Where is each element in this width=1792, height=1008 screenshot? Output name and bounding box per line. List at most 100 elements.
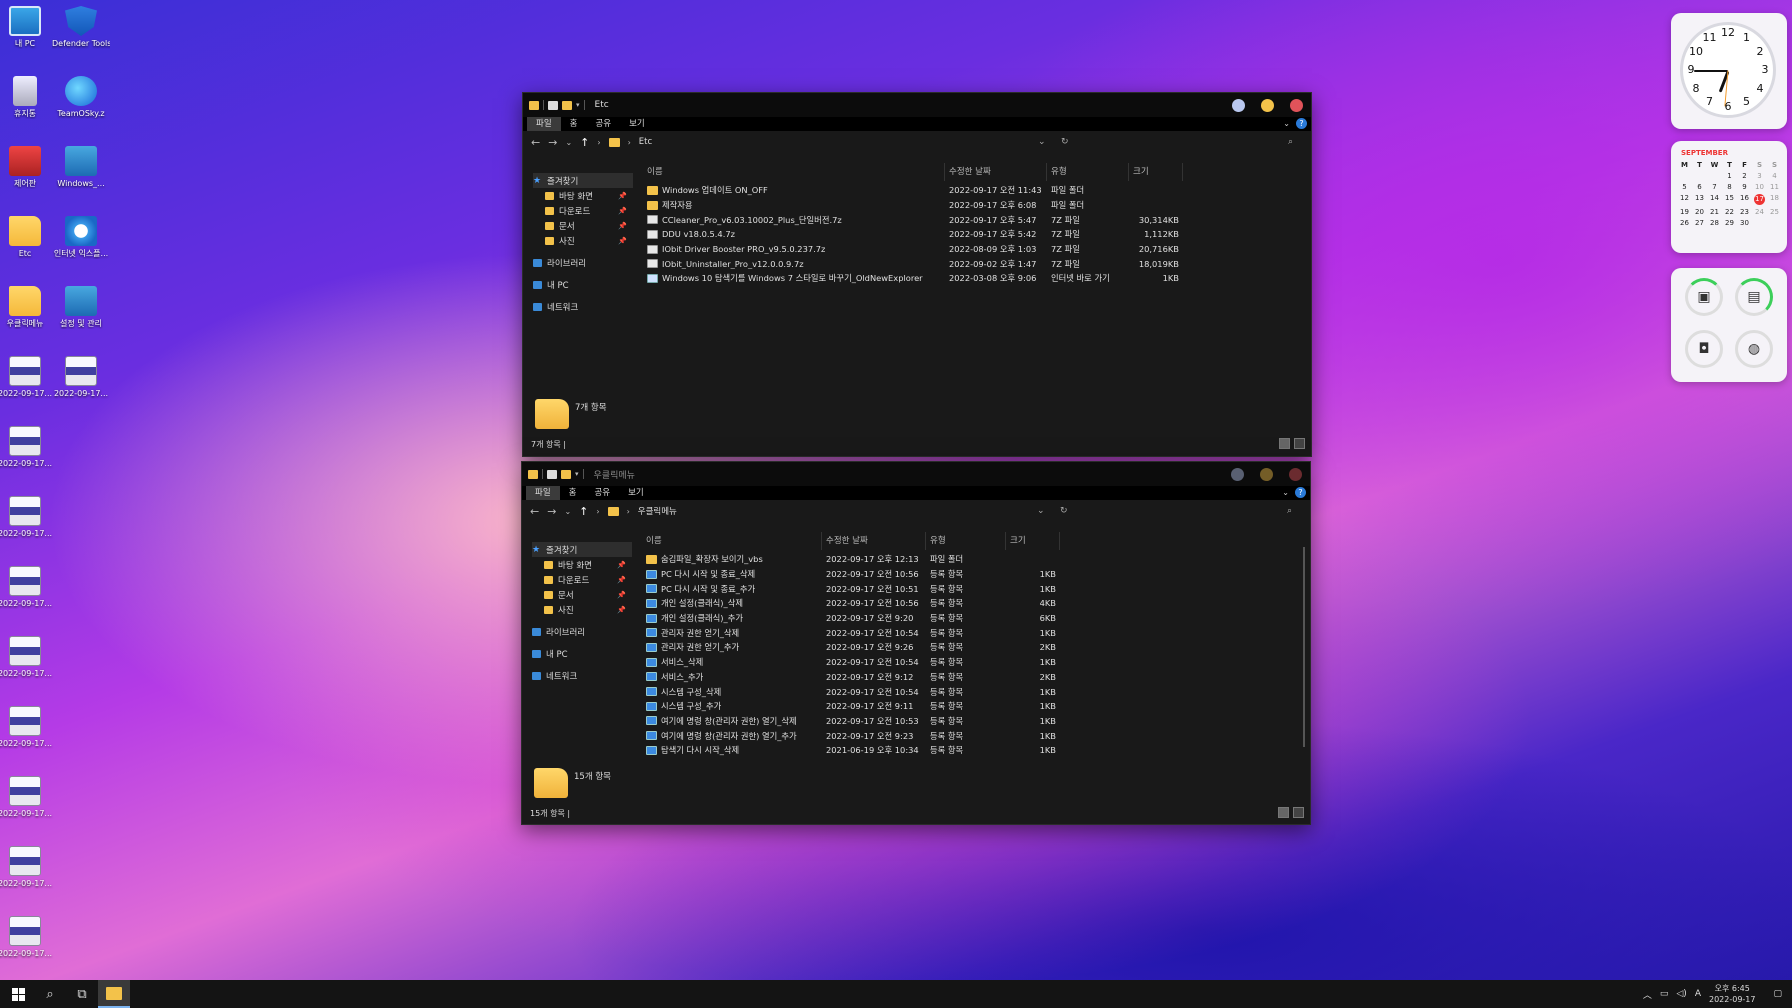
desktop-icon[interactable]: 2022-09-17... bbox=[0, 566, 54, 609]
desktop-icon[interactable]: 인터넷 익스플... bbox=[52, 216, 110, 259]
file-row[interactable]: 관리자 권한 얻기_삭제 2022-09-17 오전 10:54 등록 항목 1KB bbox=[642, 625, 1060, 640]
forward-icon[interactable]: → bbox=[548, 136, 557, 149]
large-icons-view-icon[interactable] bbox=[1294, 438, 1305, 449]
file-explorer-taskbar-button[interactable] bbox=[98, 980, 130, 1008]
explorer-window-etc[interactable]: ▾ Etc 파일 홈 공유 보기 ⌄ ? ← → ⌄ ↑ › › Etc ⌄ ↻… bbox=[522, 92, 1312, 457]
nav-pictures[interactable]: 사진 📌 bbox=[532, 602, 632, 617]
new-folder-icon[interactable] bbox=[561, 469, 571, 479]
tab-home[interactable]: 홈 bbox=[561, 117, 587, 131]
desktop-icon[interactable]: 설정 및 관리 bbox=[52, 286, 110, 329]
search-icon[interactable]: ⌕ bbox=[1288, 137, 1293, 147]
desktop-icon[interactable]: 휴지통 bbox=[0, 76, 54, 119]
calendar-day[interactable]: 14 bbox=[1707, 194, 1722, 205]
calendar-day[interactable]: 29 bbox=[1722, 219, 1737, 227]
calendar-day[interactable]: 28 bbox=[1707, 219, 1722, 227]
file-row[interactable]: 여기에 명령 창(관리자 권한) 열기_삭제 2022-09-17 오전 10:5… bbox=[642, 714, 1060, 729]
calendar-day[interactable]: 5 bbox=[1677, 183, 1692, 191]
close-button[interactable] bbox=[1290, 99, 1303, 112]
tab-view[interactable]: 보기 bbox=[620, 117, 654, 131]
details-view-icon[interactable] bbox=[1279, 438, 1290, 449]
close-button[interactable] bbox=[1289, 468, 1302, 481]
calendar-day[interactable]: 24 bbox=[1752, 208, 1767, 216]
calendar-day[interactable]: 7 bbox=[1707, 183, 1722, 191]
clock-widget[interactable]: 12 1 2 3 4 5 6 7 8 9 10 11 bbox=[1671, 13, 1787, 129]
large-icons-view-icon[interactable] bbox=[1293, 807, 1304, 818]
back-icon[interactable]: ← bbox=[531, 136, 540, 149]
network-icon[interactable]: ▭ bbox=[1660, 989, 1669, 999]
help-icon[interactable]: ? bbox=[1295, 487, 1306, 498]
address-path[interactable]: 우클릭메뉴 bbox=[638, 505, 677, 517]
desktop-icon[interactable]: Defender Tools.exe bbox=[52, 6, 110, 49]
calendar-day[interactable]: 1 bbox=[1722, 172, 1737, 180]
calendar-day[interactable]: 2 bbox=[1737, 172, 1752, 180]
calendar-day[interactable] bbox=[1752, 219, 1767, 227]
file-row[interactable]: 서비스_추가 2022-09-17 오전 9:12 등록 항목 2KB bbox=[642, 670, 1060, 685]
tab-view[interactable]: 보기 bbox=[619, 486, 653, 500]
desktop-icon[interactable]: 2022-09-17... bbox=[0, 356, 54, 399]
desktop-icon[interactable]: 우클릭메뉴 bbox=[0, 286, 54, 329]
recent-locations-icon[interactable]: ⌄ bbox=[564, 507, 571, 516]
header-size[interactable]: 크기 bbox=[1006, 532, 1060, 550]
calendar-day[interactable]: 16 bbox=[1737, 194, 1752, 205]
tab-home[interactable]: 홈 bbox=[560, 486, 586, 500]
calendar-day[interactable]: 8 bbox=[1722, 183, 1737, 191]
desktop-icon[interactable]: Etc bbox=[0, 216, 54, 259]
calendar-day[interactable]: 11 bbox=[1767, 183, 1782, 191]
calendar-day[interactable] bbox=[1677, 172, 1692, 180]
explorer-window-right-click-menu[interactable]: ▾ 우클릭메뉴 파일 홈 공유 보기 ⌄ ? ← → ⌄ ↑ › › 우클릭메뉴… bbox=[521, 461, 1311, 825]
back-icon[interactable]: ← bbox=[530, 505, 539, 518]
calendar-day[interactable]: 6 bbox=[1692, 183, 1707, 191]
nav-network[interactable]: 네트워크 bbox=[533, 299, 633, 314]
search-icon[interactable]: ⌕ bbox=[1287, 506, 1292, 516]
new-folder-icon[interactable] bbox=[562, 100, 572, 110]
calendar-widget[interactable]: SEPTEMBER M T W T F S S 1 2 3 4 5 6 7 8 9 10 11 12 13 14 15 16… bbox=[1671, 141, 1787, 253]
file-row[interactable]: 제작자용 2022-09-17 오후 6:08 파일 폴더 bbox=[643, 198, 1183, 213]
chevron-up-icon[interactable]: ︿ bbox=[1643, 988, 1652, 1001]
address-dropdown-icon[interactable]: ⌄ bbox=[1037, 506, 1045, 516]
file-row[interactable]: 서비스_삭제 2022-09-17 오전 10:54 등록 항목 1KB bbox=[642, 655, 1060, 670]
help-icon[interactable]: ? bbox=[1296, 118, 1307, 129]
header-type[interactable]: 유형 bbox=[926, 532, 1006, 550]
vertical-scrollbar[interactable] bbox=[1303, 547, 1305, 747]
calendar-day[interactable]: 23 bbox=[1737, 208, 1752, 216]
start-button[interactable] bbox=[2, 980, 34, 1008]
nav-quick-access[interactable]: ★ 즐겨찾기 bbox=[532, 542, 632, 557]
calendar-day[interactable]: 10 bbox=[1752, 183, 1767, 191]
calendar-day[interactable]: 9 bbox=[1737, 183, 1752, 191]
nav-pictures[interactable]: 사진 📌 bbox=[533, 233, 633, 248]
tab-file[interactable]: 파일 bbox=[527, 117, 561, 131]
taskbar-clock[interactable]: 오후 6:45 2022-09-17 bbox=[1709, 983, 1756, 1005]
desktop-icon[interactable]: 내 PC bbox=[0, 6, 54, 49]
nav-documents[interactable]: 문서 📌 bbox=[532, 587, 632, 602]
minimize-button[interactable] bbox=[1261, 99, 1274, 112]
up-icon[interactable]: ↑ bbox=[579, 505, 588, 518]
desktop-icon[interactable]: 2022-09-17... bbox=[0, 706, 54, 749]
nav-this-pc[interactable]: 내 PC bbox=[533, 277, 633, 292]
desktop-icon[interactable]: 2022-09-17... bbox=[52, 356, 110, 399]
calendar-day[interactable]: 19 bbox=[1677, 208, 1692, 216]
calendar-day[interactable]: 30 bbox=[1737, 219, 1752, 227]
file-row[interactable]: PC 다시 시작 및 종료_추가 2022-09-17 오전 10:51 등록 항목… bbox=[642, 581, 1060, 596]
minimize-button[interactable] bbox=[1260, 468, 1273, 481]
desktop-icon[interactable]: 2022-09-17... bbox=[0, 776, 54, 819]
file-row[interactable]: 관리자 권한 얻기_추가 2022-09-17 오전 9:26 등록 항목 2KB bbox=[642, 640, 1060, 655]
calendar-day[interactable]: 20 bbox=[1692, 208, 1707, 216]
file-row[interactable]: 시스템 구성_추가 2022-09-17 오전 9:11 등록 항목 1KB bbox=[642, 699, 1060, 714]
refresh-icon[interactable]: ↻ bbox=[1061, 137, 1069, 147]
nav-this-pc[interactable]: 내 PC bbox=[532, 646, 632, 661]
quick-access-dropdown-icon[interactable]: ▾ bbox=[576, 101, 580, 109]
file-row[interactable]: 여기에 명령 창(관리자 권한) 열기_추가 2022-09-17 오전 9:23… bbox=[642, 728, 1060, 743]
address-path[interactable]: Etc bbox=[639, 137, 652, 147]
calendar-day[interactable] bbox=[1767, 219, 1782, 227]
desktop-icon[interactable]: 2022-09-17... bbox=[0, 846, 54, 889]
tab-file[interactable]: 파일 bbox=[526, 486, 560, 500]
calendar-day[interactable]: 26 bbox=[1677, 219, 1692, 227]
nav-libraries[interactable]: 라이브러리 bbox=[533, 255, 633, 270]
file-row[interactable]: PC 다시 시작 및 종료_삭제 2022-09-17 오전 10:56 등록 항목… bbox=[642, 567, 1060, 582]
refresh-icon[interactable]: ↻ bbox=[1060, 506, 1068, 516]
search-icon[interactable]: ⌕ bbox=[34, 980, 66, 1008]
calendar-day[interactable] bbox=[1707, 172, 1722, 180]
nav-desktop[interactable]: 바탕 화면 📌 bbox=[532, 557, 632, 572]
file-row[interactable]: 탐색기 다시 시작_삭제 2021-06-19 오후 10:34 등록 항목 1KB bbox=[642, 743, 1060, 758]
desktop-icon[interactable]: Windows_... bbox=[52, 146, 110, 189]
